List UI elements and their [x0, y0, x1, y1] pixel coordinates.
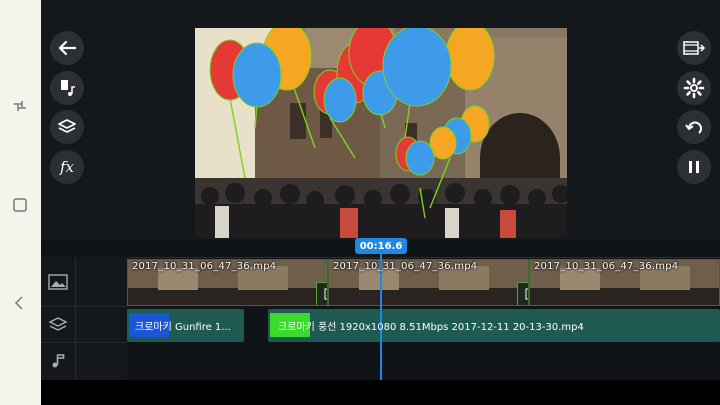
- timeline-ruler: [127, 257, 720, 258]
- media-browser-button[interactable]: [50, 71, 84, 105]
- track-separator: [41, 306, 127, 307]
- track-separator: [41, 342, 127, 343]
- export-film-icon: [683, 41, 706, 55]
- layer-label: 크로마키 풍선 1920x1080 8.51Mbps 2017-12-11 20…: [278, 322, 584, 333]
- clip-label: 2017_10_31_06_47_36.mp4: [132, 261, 277, 272]
- home-icon[interactable]: [8, 193, 32, 217]
- video-clip[interactable]: 2017_10_31_06_47_36.mp4: [328, 259, 529, 306]
- layer-clip-balloon[interactable]: 크로마키 풍선 1920x1080 8.51Mbps 2017-12-11 20…: [268, 309, 720, 342]
- undo-button[interactable]: [677, 110, 711, 144]
- gear-icon: [683, 77, 705, 99]
- video-track-icon: [47, 271, 69, 293]
- layer-clip-gunfire[interactable]: 크로마키 Gunfire 1...: [127, 309, 244, 342]
- back-button[interactable]: [50, 31, 84, 65]
- export-button[interactable]: [677, 31, 711, 65]
- arrow-left-icon: [58, 40, 77, 56]
- transition-icon[interactable]: [517, 282, 528, 305]
- audio-track-icon: [47, 349, 69, 371]
- clip-label: 2017_10_31_06_47_36.mp4: [333, 261, 478, 272]
- undo-icon: [685, 121, 702, 134]
- layer-button[interactable]: [50, 110, 84, 144]
- layer-label: 크로마키 Gunfire 1...: [135, 322, 231, 333]
- video-preview[interactable]: [195, 28, 567, 238]
- settings-button[interactable]: [677, 71, 711, 105]
- transition-icon[interactable]: [316, 282, 327, 305]
- bottom-strip: [41, 380, 720, 405]
- system-nav-bar: [0, 0, 41, 405]
- playhead-time[interactable]: 00:16.6: [355, 238, 407, 254]
- video-clip[interactable]: 2017_10_31_06_47_36.mp4: [529, 259, 720, 306]
- video-clip[interactable]: 2017_10_31_06_47_36.mp4: [127, 259, 328, 306]
- fx-icon: fx: [59, 158, 74, 176]
- pause-icon: [689, 161, 699, 173]
- layers-icon: [58, 119, 76, 133]
- track-header-divider: [75, 257, 76, 380]
- effects-button[interactable]: fx: [50, 150, 84, 184]
- pause-button[interactable]: [677, 150, 711, 184]
- media-music-icon: [61, 80, 75, 96]
- back-icon[interactable]: [8, 291, 32, 315]
- clip-label: 2017_10_31_06_47_36.mp4: [534, 261, 679, 272]
- recents-icon[interactable]: [8, 94, 32, 118]
- layer-track-icon: [47, 314, 69, 336]
